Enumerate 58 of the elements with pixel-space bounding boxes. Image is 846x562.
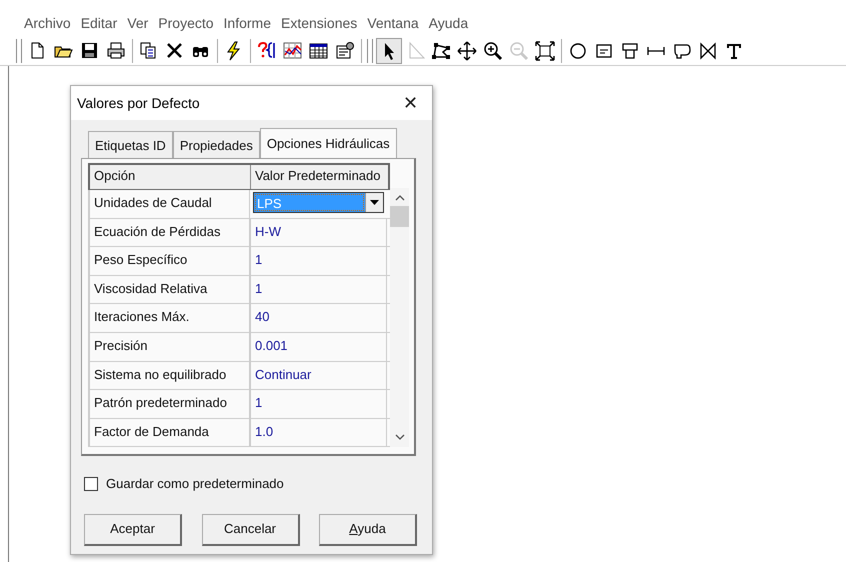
tank-icon xyxy=(620,40,640,60)
dialog-button[interactable]: Aceptar xyxy=(84,514,182,546)
table-cell: Peso Específico xyxy=(89,247,250,275)
options-icon xyxy=(335,40,355,60)
printer-icon xyxy=(106,40,126,60)
delete-icon xyxy=(165,40,185,60)
dialog-title: Valores por Defecto xyxy=(77,94,200,113)
table-cell: Factor de Demanda xyxy=(89,418,250,446)
table-cell: H-W xyxy=(250,218,387,246)
query-icon xyxy=(257,40,277,60)
toolbar-button[interactable] xyxy=(376,38,402,64)
zoom-in-icon xyxy=(483,40,503,60)
menu-item[interactable]: Proyecto xyxy=(153,9,219,36)
table-cell: Ecuación de Pérdidas xyxy=(89,218,250,246)
tab[interactable]: Propiedades xyxy=(172,130,260,158)
zoom-out-icon xyxy=(509,40,529,60)
circle-icon xyxy=(568,40,588,60)
tab[interactable]: Opciones Hidráulicas xyxy=(260,128,397,158)
menu-item[interactable]: Editar xyxy=(76,9,122,36)
column-header[interactable]: Valor Predeterminado xyxy=(251,165,388,189)
dropdown-button[interactable] xyxy=(365,193,383,212)
polygon-select-icon xyxy=(431,40,451,60)
close-button[interactable]: ✕ xyxy=(399,90,422,116)
vertical-scrollbar[interactable] xyxy=(390,188,409,448)
menu-item[interactable]: Archivo xyxy=(19,9,76,36)
table-cell: 1 xyxy=(250,247,387,275)
table-cell: Iteraciones Máx. xyxy=(89,304,250,332)
checkbox-label: Guardar como predeterminado xyxy=(106,475,284,493)
table-cell: Precisión xyxy=(89,332,250,361)
menu-item[interactable]: Ayuda xyxy=(424,9,474,36)
table-cell: Unidades de Caudal xyxy=(89,190,250,218)
column-header[interactable]: Opción xyxy=(90,165,251,189)
scroll-up-icon[interactable] xyxy=(394,194,404,201)
table-cell: 1.0 xyxy=(250,418,387,446)
valve-icon xyxy=(698,40,718,60)
table-cell: Patrón predeterminado xyxy=(89,390,250,418)
menu-item[interactable]: Ver xyxy=(122,9,154,36)
menu-item[interactable]: Ventana xyxy=(362,9,424,36)
dialog-button[interactable]: Ayuda xyxy=(319,514,417,546)
menu-item[interactable]: Extensiones xyxy=(276,9,362,36)
chart-icon xyxy=(283,40,303,60)
tab[interactable]: Etiquetas ID xyxy=(88,130,173,158)
dialog-button[interactable]: Cancelar xyxy=(202,514,300,546)
table-cell: 1 xyxy=(250,390,387,418)
table-icon xyxy=(309,40,329,60)
move-cross-icon xyxy=(457,40,477,60)
table-cell: 1 xyxy=(250,276,387,304)
checkbox[interactable] xyxy=(84,476,98,491)
table-cell: Sistema no equilibrado xyxy=(89,362,250,390)
table-cell: 40 xyxy=(250,304,387,332)
table-cell: Continuar xyxy=(250,362,387,390)
table-cell: Viscosidad Relativa xyxy=(89,276,250,304)
menu-item[interactable]: Informe xyxy=(218,9,276,36)
scroll-down-icon[interactable] xyxy=(394,434,404,442)
full-extent-icon xyxy=(535,40,555,60)
scroll-thumb[interactable] xyxy=(390,206,409,227)
table-cell: 0.001 xyxy=(250,332,387,361)
caret-icon xyxy=(370,200,379,205)
